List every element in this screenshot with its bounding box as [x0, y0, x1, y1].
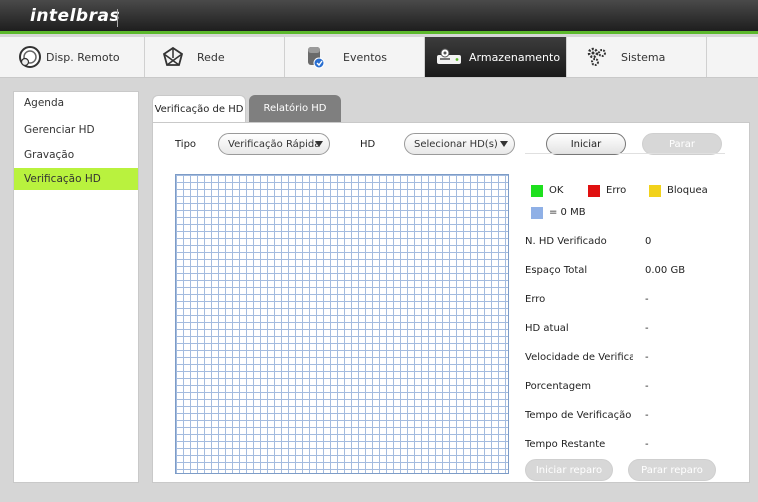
hd-select[interactable]: Selecionar HD(s): [404, 133, 515, 155]
tab-relatorio-hd[interactable]: Relatório HD: [249, 95, 341, 122]
tab-eventos[interactable]: Eventos: [285, 37, 425, 77]
legend-ok-swatch: [531, 185, 543, 197]
info-label-velocidade: Velocidade de Verificação: [525, 352, 633, 363]
info-value-erro: -: [645, 294, 649, 305]
sidebar-item-verificacao-hd[interactable]: Verificação HD: [14, 168, 138, 190]
main-tab-bar: Disp. Remoto Rede Eventos Armazenamento …: [0, 37, 758, 78]
hd-check-panel: Verificação de HD Relatório HD Tipo Veri…: [150, 91, 750, 483]
info-value-espaco-total: 0.00 GB: [645, 265, 686, 276]
info-label-tempo-restante: Tempo Restante: [525, 439, 606, 450]
info-label-hd-verificado: N. HD Verificado: [525, 236, 607, 247]
info-value-hd-atual: -: [645, 323, 649, 334]
chevron-down-icon: [315, 141, 323, 147]
info-value-velocidade: -: [645, 352, 649, 363]
info-value-tempo-restante: -: [645, 439, 649, 450]
legend-error-label: Erro: [606, 185, 627, 196]
info-label-porcentagem: Porcentagem: [525, 381, 591, 392]
info-value-hd-verificado: 0: [645, 236, 652, 247]
events-icon: [303, 45, 327, 69]
tab-label: Eventos: [343, 50, 387, 64]
network-icon: [161, 45, 185, 69]
brand-logo: intelbras: [30, 6, 121, 26]
panel-body: Tipo Verificação Rápida HD Selecionar HD…: [152, 122, 750, 483]
start-check-label: Iniciar: [570, 138, 602, 150]
hd-select-value: Selecionar HD(s): [414, 138, 498, 150]
sidebar-item-gerenciar-hd[interactable]: Gerenciar HD: [14, 119, 138, 141]
remote-device-icon: [18, 45, 42, 69]
info-label-espaco-total: Espaço Total: [525, 265, 588, 276]
tab-label: Disp. Remoto: [46, 50, 120, 64]
info-value-tempo-verificacao: -: [645, 410, 649, 421]
tab-rede[interactable]: Rede: [145, 37, 285, 77]
sidebar-item-gravacao[interactable]: Gravação: [14, 144, 138, 166]
system-gears-icon: [585, 45, 609, 69]
info-label-tempo-verificacao: Tempo de Verificação: [525, 410, 632, 421]
tipo-select-value: Verificação Rápida: [228, 138, 321, 150]
legend-size-label: = 0 MB: [549, 207, 586, 218]
sidebar-item-label: Verificação HD: [24, 173, 101, 185]
start-repair-button[interactable]: Iniciar reparo: [525, 459, 613, 481]
logo-divider: [117, 9, 118, 27]
sidebar-item-label: Agenda: [24, 97, 65, 109]
tab-sistema[interactable]: Sistema: [567, 37, 707, 77]
stop-check-button[interactable]: Parar: [642, 133, 722, 155]
tab-label: Rede: [197, 50, 225, 64]
chevron-down-icon: [500, 141, 508, 147]
tab-disp-remoto[interactable]: Disp. Remoto: [0, 37, 145, 77]
tab-armazenamento[interactable]: Armazenamento: [425, 37, 567, 77]
tab-label: Armazenamento: [469, 50, 561, 64]
start-check-button[interactable]: Iniciar: [546, 133, 626, 155]
subtab-label: Verificação de HD: [154, 103, 244, 115]
tab-verificacao-de-hd[interactable]: Verificação de HD: [152, 95, 246, 122]
legend-blocked-label: Bloquea: [667, 185, 708, 196]
sidebar-item-label: Gravação: [24, 149, 75, 161]
storage-side-menu: Agenda Gerenciar HD Gravação Verificação…: [13, 91, 139, 483]
info-value-porcentagem: -: [645, 381, 649, 392]
stop-repair-button[interactable]: Parar reparo: [628, 459, 716, 481]
stop-check-label: Parar: [668, 138, 696, 150]
hd-sector-map: [175, 174, 509, 474]
legend-blocked-swatch: [649, 185, 661, 197]
info-label-erro: Erro: [525, 294, 546, 305]
storage-icon: [433, 45, 465, 69]
info-label-hd-atual: HD atual: [525, 323, 569, 334]
stop-repair-label: Parar reparo: [641, 464, 703, 476]
sidebar-item-label: Gerenciar HD: [24, 124, 95, 136]
hd-label: HD: [360, 139, 376, 150]
tipo-label: Tipo: [175, 139, 197, 150]
legend-error-swatch: [588, 185, 600, 197]
subtab-label: Relatório HD: [263, 103, 327, 114]
content-area: Agenda Gerenciar HD Gravação Verificação…: [0, 78, 758, 502]
start-repair-label: Iniciar reparo: [535, 464, 603, 476]
sidebar-item-agenda[interactable]: Agenda: [14, 92, 138, 114]
divider: [525, 153, 725, 154]
legend-size-swatch: [531, 207, 543, 219]
top-bar: intelbras: [0, 0, 758, 34]
legend-ok-label: OK: [549, 185, 564, 196]
tab-label: Sistema: [621, 50, 666, 64]
tipo-select[interactable]: Verificação Rápida: [218, 133, 330, 155]
